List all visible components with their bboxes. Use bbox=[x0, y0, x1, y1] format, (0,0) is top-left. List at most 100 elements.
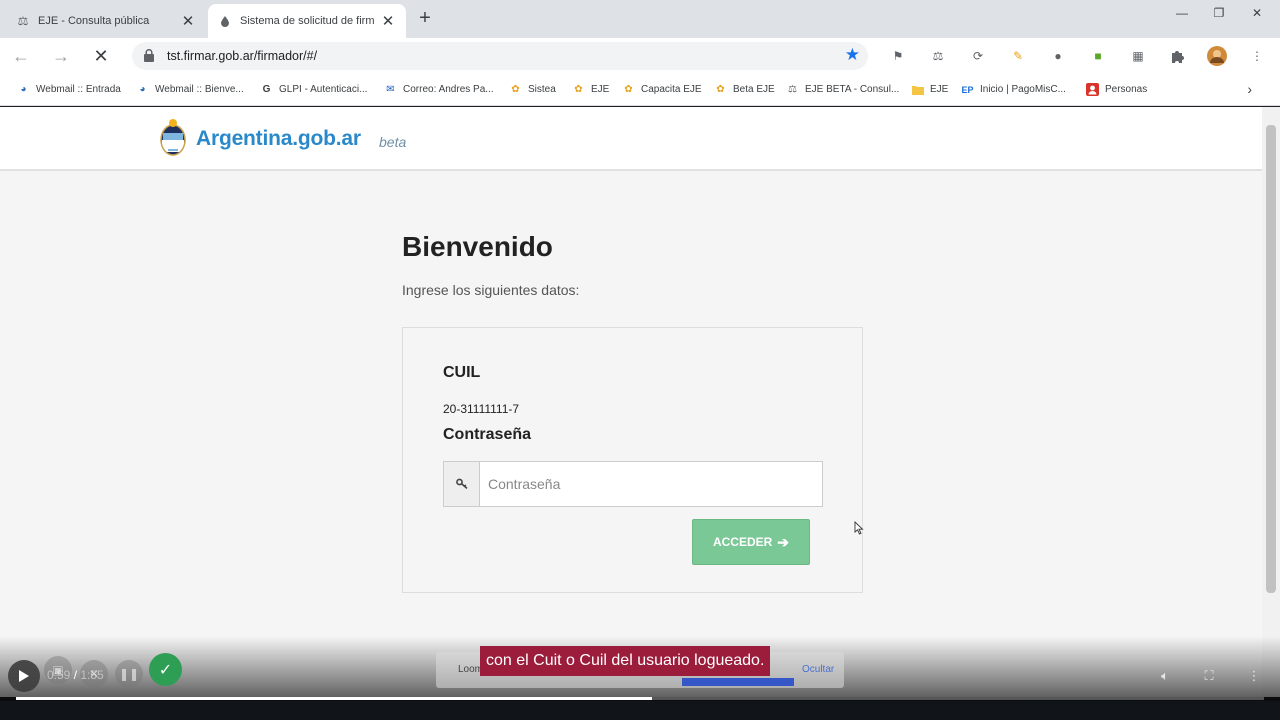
close-icon[interactable]: ✕ bbox=[380, 13, 396, 30]
bookmark-star-icon[interactable]: ★ bbox=[845, 45, 860, 65]
bookmark-label: Capacita EJE bbox=[641, 84, 702, 95]
volume-icon[interactable]: 🔈︎ bbox=[1156, 667, 1174, 685]
chevron-right-icon[interactable]: › bbox=[1247, 81, 1252, 97]
finish-recording-check-icon[interactable]: ✓ bbox=[149, 653, 182, 686]
page-subtitle: Ingrese los siguientes datos: bbox=[402, 282, 580, 298]
page-title: Bienvenido bbox=[402, 231, 553, 262]
flower-icon: ✿ bbox=[574, 84, 583, 95]
bookmark-item[interactable]: Personas bbox=[1086, 83, 1147, 96]
pen-extension-icon[interactable]: ✎ bbox=[1008, 46, 1028, 66]
tab-strip: ⚖ EJE - Consulta pública ✕ Sistema de so… bbox=[0, 0, 1280, 38]
bookmark-item[interactable]: ✿ Capacita EJE bbox=[622, 83, 702, 96]
site-header: Argentina.gob.ar beta bbox=[0, 107, 1262, 171]
bookmark-label: Beta EJE bbox=[733, 84, 775, 95]
tab-title: EJE - Consulta pública bbox=[38, 15, 150, 27]
flower-icon: ✿ bbox=[511, 84, 520, 95]
mail-icon: ✉ bbox=[386, 84, 395, 95]
flag-extension-icon[interactable]: ⚑ bbox=[888, 46, 908, 66]
puzzle-extensions-icon[interactable] bbox=[1168, 46, 1188, 66]
beta-badge: beta bbox=[379, 134, 407, 150]
password-label: Contraseña bbox=[443, 426, 532, 443]
bookmark-item[interactable]: ✿ Beta EJE bbox=[714, 83, 775, 96]
bookmarks-bar: ◕ Webmail :: Entrada ◕ Webmail :: Bienve… bbox=[0, 74, 1280, 106]
os-taskbar bbox=[0, 701, 1280, 720]
circle-extension-icon[interactable]: ● bbox=[1048, 46, 1068, 66]
key-icon bbox=[444, 462, 480, 506]
kebab-menu-icon[interactable]: ⋮ bbox=[1247, 46, 1267, 66]
address-bar[interactable]: tst.firmar.gob.ar/firmador/#/ ★ bbox=[132, 42, 868, 70]
bookmark-item[interactable]: EP Inicio | PagoMisC... bbox=[961, 83, 1066, 96]
ep-icon: EP bbox=[961, 84, 974, 95]
profile-avatar-icon[interactable] bbox=[1207, 46, 1227, 66]
tab-eje-consulta[interactable]: ⚖ EJE - Consulta pública ✕ bbox=[6, 4, 206, 38]
fullscreen-exit-icon[interactable]: ⛶ bbox=[1200, 667, 1218, 685]
cuil-value: 20-31111111-7 bbox=[443, 402, 520, 416]
play-button[interactable] bbox=[8, 660, 40, 692]
scrollbar-thumb[interactable] bbox=[1266, 125, 1276, 593]
page-viewport: Argentina.gob.ar beta Bienvenido Ingrese… bbox=[0, 107, 1262, 697]
bookmark-label: Personas bbox=[1105, 84, 1148, 95]
site-logo-text[interactable]: Argentina.gob.ar bbox=[196, 127, 361, 151]
flower-icon: ✿ bbox=[624, 84, 633, 95]
back-arrow-icon[interactable]: ← bbox=[10, 45, 32, 67]
loom-stop-sharing-button[interactable] bbox=[682, 678, 794, 686]
url-text: tst.firmar.gob.ar/firmador/#/ bbox=[167, 49, 318, 63]
scale-icon: ⚖ bbox=[788, 84, 797, 95]
bookmark-label: Sistea bbox=[528, 84, 556, 95]
flower-icon: ✿ bbox=[716, 84, 725, 95]
bookmark-label: EJE BETA - Consul... bbox=[805, 84, 900, 95]
bookmark-item[interactable]: EJE bbox=[911, 83, 948, 96]
bookmark-label: Webmail :: Entrada bbox=[36, 84, 121, 95]
forward-arrow-icon[interactable]: → bbox=[50, 45, 72, 67]
restore-icon[interactable]: ❐ bbox=[1204, 6, 1234, 24]
acceder-button-label: ACCEDER bbox=[712, 535, 773, 549]
vertical-scrollbar[interactable] bbox=[1262, 107, 1280, 697]
bookmark-label: EJE bbox=[591, 84, 610, 95]
scale-extension-icon[interactable]: ⚖ bbox=[928, 46, 948, 66]
sync-extension-icon[interactable]: ⟳ bbox=[968, 46, 988, 66]
folder-icon bbox=[911, 83, 924, 96]
window-close-icon[interactable]: ✕ bbox=[1242, 6, 1272, 24]
bookmark-item[interactable]: ◕ Webmail :: Bienve... bbox=[136, 83, 244, 96]
bookmark-label: Inicio | PagoMisC... bbox=[980, 84, 1066, 95]
close-icon[interactable]: ✕ bbox=[180, 13, 196, 30]
qr-extension-icon[interactable]: ▦ bbox=[1128, 46, 1148, 66]
globe-icon: ◕ bbox=[20, 84, 27, 95]
arrow-right-icon: ➔ bbox=[777, 533, 790, 550]
pause-icon[interactable]: ❚❚ bbox=[115, 660, 143, 688]
login-card: CUIL 20-31111111-7 Contraseña ACCEDER ➔ bbox=[402, 327, 863, 593]
globe-icon: ◕ bbox=[139, 84, 146, 95]
video-progress-bar[interactable] bbox=[16, 697, 1264, 700]
minimize-icon[interactable]: — bbox=[1167, 6, 1197, 24]
bookmark-label: EJE bbox=[930, 84, 949, 95]
g-icon: G bbox=[262, 84, 271, 95]
cancel-recording-icon[interactable]: ✕ bbox=[80, 660, 108, 688]
browser-toolbar: ← → ✕ tst.firmar.gob.ar/firmador/#/ ★ ⚑ … bbox=[0, 38, 1280, 74]
video-more-icon[interactable]: ⋮ bbox=[1245, 667, 1263, 685]
video-caption: con el Cuit o Cuil del usuario logueado. bbox=[480, 646, 771, 676]
password-input[interactable] bbox=[480, 462, 822, 506]
bookmark-item[interactable]: ✿ Sistea bbox=[509, 83, 556, 96]
loom-hide-button[interactable]: Ocultar bbox=[802, 664, 834, 675]
bookmark-item[interactable]: ✉ Correo: Andres Pa... bbox=[384, 83, 494, 96]
tab-sistema-firma[interactable]: Sistema de solicitud de firma d ✕ bbox=[208, 4, 406, 38]
bookmark-item[interactable]: ◕ Webmail :: Entrada bbox=[17, 83, 121, 96]
video-progress-fill bbox=[16, 697, 653, 700]
argentina-emblem-icon bbox=[160, 119, 186, 156]
drop-icon bbox=[218, 14, 232, 28]
bookmark-item[interactable]: ✿ EJE bbox=[572, 83, 609, 96]
acceder-button[interactable]: ACCEDER ➔ bbox=[692, 519, 810, 565]
bookmark-label: GLPI - Autenticaci... bbox=[279, 84, 368, 95]
camera-toggle-icon[interactable]: ▣ bbox=[44, 656, 72, 684]
stop-loading-icon[interactable]: ✕ bbox=[90, 45, 112, 67]
green-square-extension-icon[interactable]: ■ bbox=[1088, 46, 1108, 66]
bookmark-item[interactable]: ⚖ EJE BETA - Consul... bbox=[786, 83, 899, 96]
bookmark-label: Webmail :: Bienve... bbox=[155, 84, 244, 95]
bookmark-label: Correo: Andres Pa... bbox=[403, 84, 494, 95]
bookmark-item[interactable]: G GLPI - Autenticaci... bbox=[260, 83, 368, 96]
password-input-group bbox=[443, 461, 823, 507]
cuil-label: CUIL bbox=[443, 364, 481, 381]
tab-title: Sistema de solicitud de firma d bbox=[240, 15, 374, 27]
mouse-cursor-icon bbox=[854, 521, 864, 535]
new-tab-plus-icon[interactable]: + bbox=[414, 8, 436, 30]
